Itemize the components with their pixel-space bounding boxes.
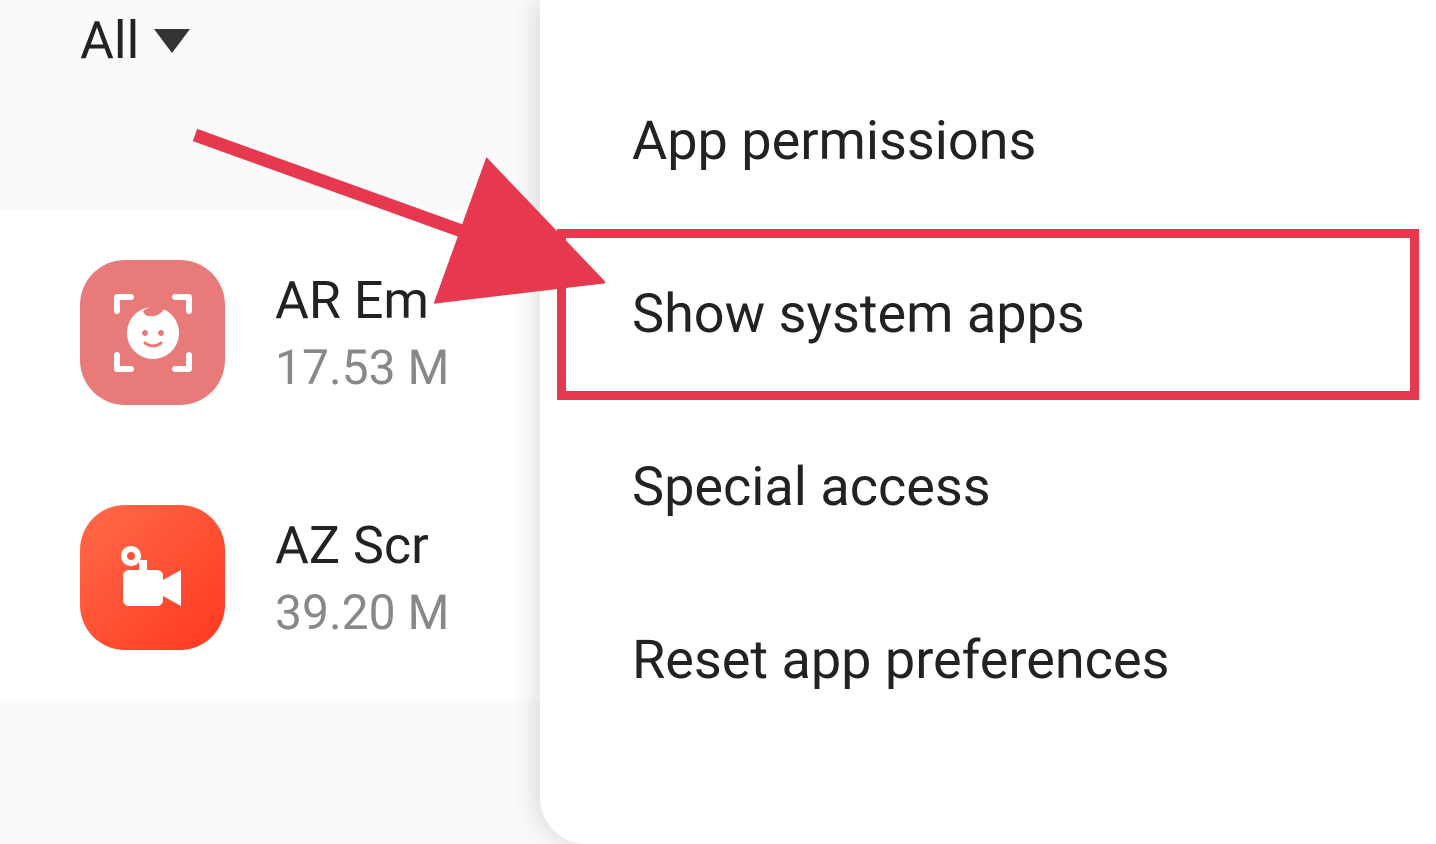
app-name: AR Em bbox=[275, 270, 449, 331]
app-info: AR Em 17.53 M bbox=[275, 270, 449, 396]
az-screen-recorder-app-icon bbox=[80, 505, 225, 650]
app-name: AZ Scr bbox=[275, 515, 449, 576]
menu-item-truncated[interactable] bbox=[540, 0, 1436, 55]
app-list: AR Em 17.53 M AZ Scr 39.20 M bbox=[0, 210, 560, 700]
app-list-item[interactable]: AZ Scr 39.20 M bbox=[0, 455, 560, 700]
app-info: AZ Scr 39.20 M bbox=[275, 515, 449, 641]
filter-label: All bbox=[80, 10, 139, 71]
menu-item-show-system-apps[interactable]: Show system apps bbox=[556, 228, 1420, 401]
app-list-item[interactable]: AR Em 17.53 M bbox=[0, 210, 560, 455]
overflow-menu: App permissions Show system apps Special… bbox=[540, 0, 1436, 844]
app-size: 17.53 M bbox=[275, 339, 449, 396]
dropdown-icon bbox=[154, 29, 190, 53]
app-size: 39.20 M bbox=[275, 584, 449, 641]
filter-dropdown[interactable]: All bbox=[80, 10, 190, 71]
menu-item-special-access[interactable]: Special access bbox=[540, 401, 1436, 574]
menu-item-reset-app-preferences[interactable]: Reset app preferences bbox=[540, 574, 1436, 747]
menu-item-app-permissions[interactable]: App permissions bbox=[540, 55, 1436, 228]
ar-emoji-app-icon bbox=[80, 260, 225, 405]
apps-settings-screen: All AR Em 17.53 M bbox=[0, 0, 1436, 844]
